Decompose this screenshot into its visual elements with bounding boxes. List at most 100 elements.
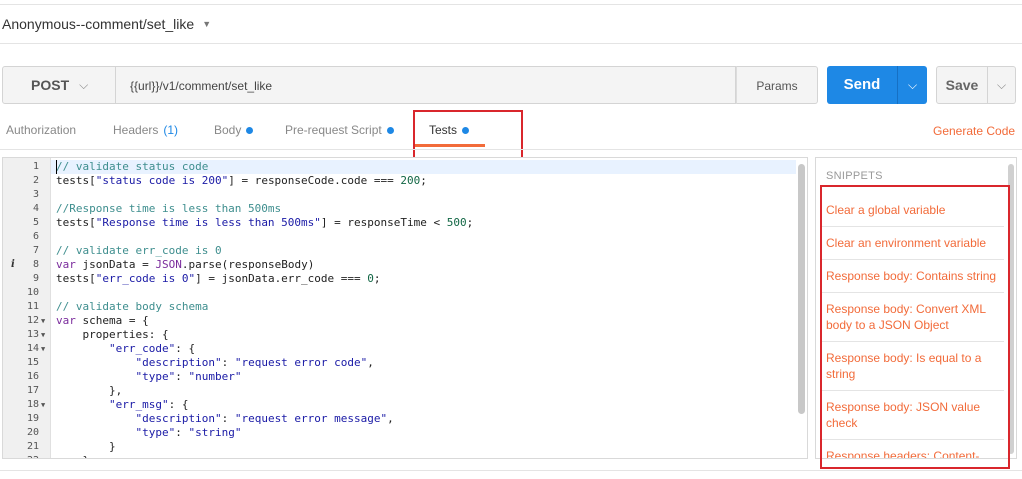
snippets-title: SNIPPETS <box>826 170 883 182</box>
code-token: : { <box>168 398 189 411</box>
fold-toggle-icon[interactable]: ▼ <box>41 314 45 328</box>
line-number: 13 <box>26 329 39 340</box>
request-name: Anonymous--comment/set_like <box>2 16 195 32</box>
code-token: ] = responseCode.code === <box>228 174 401 187</box>
request-name-dropdown[interactable]: Anonymous--comment/set_like ▼ <box>2 16 211 32</box>
code-token: "err_msg" <box>56 398 169 411</box>
send-options-button[interactable]: ⌵ <box>897 66 927 104</box>
tab-label: Headers <box>113 123 159 137</box>
code-token: 200 <box>400 174 421 187</box>
code-text: properties: { <box>56 328 169 342</box>
fold-toggle-icon[interactable]: ▼ <box>41 328 45 342</box>
tab-pre-request-script[interactable]: Pre-request Script <box>285 123 394 137</box>
code-token: }, <box>56 384 123 397</box>
code-token: ; <box>373 272 381 285</box>
code-token: JSON <box>155 258 182 271</box>
code-token: "err_code is 0" <box>95 272 196 285</box>
modified-dot-icon <box>386 126 394 134</box>
code-token: properties: { <box>56 328 169 341</box>
fold-toggle-icon[interactable]: ▼ <box>41 342 45 356</box>
line-number: 8 <box>32 259 39 270</box>
code-token: : <box>221 356 235 369</box>
save-button[interactable]: Save <box>936 66 988 104</box>
code-line: 10 <box>3 286 803 300</box>
fold-toggle-icon[interactable]: ▼ <box>41 398 45 412</box>
code-token: "request error message" <box>234 412 388 425</box>
tab-headers[interactable]: Headers (1) <box>113 123 178 137</box>
code-text: // validate body schema <box>56 300 208 314</box>
send-button[interactable]: Send <box>827 66 897 104</box>
generate-code-link[interactable]: Generate Code <box>933 124 1015 138</box>
tab-label: Body <box>214 123 242 137</box>
tab-authorization[interactable]: Authorization <box>6 123 76 137</box>
code-line: 12 ▼ var schema = { <box>3 314 803 328</box>
code-text: // validate status code <box>56 160 208 174</box>
code-text: var schema = { <box>56 314 149 328</box>
code-token: : <box>175 370 189 383</box>
code-line: 9 tests["err_code is 0"] = jsonData.err_c… <box>3 272 803 286</box>
code-token: 500 <box>446 216 467 229</box>
code-token: : <box>221 412 235 425</box>
code-token: ; <box>466 216 474 229</box>
code-token: "status code is 200" <box>95 174 229 187</box>
code-token: : { <box>175 342 196 355</box>
code-line: 2 tests["status code is 200"] = responseC… <box>3 174 803 188</box>
caret-down-icon: ▼ <box>202 19 212 29</box>
code-line: 11 // validate body schema <box>3 300 803 314</box>
code-line: 3 <box>3 188 803 202</box>
code-token: "err_code" <box>56 342 176 355</box>
code-line: 7 // validate err_code is 0 <box>3 244 803 258</box>
code-line: 18 ▼ "err_msg": { <box>3 398 803 412</box>
line-number: 3 <box>32 189 39 200</box>
code-text: tests["err_code is 0"] = jsonData.err_co… <box>56 272 381 286</box>
code-token: // validate err_code is 0 <box>56 244 222 257</box>
tests-code-editor[interactable]: 1 // validate status code 2 tests["status c… <box>2 157 808 459</box>
params-button[interactable]: Params <box>736 66 818 104</box>
tab-body[interactable]: Body <box>214 123 254 137</box>
line-number: 1 <box>32 161 39 172</box>
code-line: 6 <box>3 230 803 244</box>
line-number: 5 <box>32 217 39 228</box>
divider <box>0 149 1022 150</box>
line-number: 14 <box>26 343 39 354</box>
code-line: 4 //Response time is less than 500ms <box>3 202 803 216</box>
code-line: i 8 var jsonData = JSON.parse(responseBody… <box>3 258 803 272</box>
method-select[interactable]: POST ⌵ <box>2 66 116 104</box>
bottom-divider <box>0 470 1022 471</box>
code-token: "description" <box>56 356 222 369</box>
line-number: 9 <box>32 273 39 284</box>
headers-count: (1) <box>163 123 179 137</box>
code-token: ; <box>420 174 427 187</box>
modified-dot-icon <box>246 126 254 134</box>
code-token: "description" <box>56 412 222 425</box>
code-text: "err_msg": { <box>56 398 189 412</box>
line-number: 12 <box>26 315 39 326</box>
line-number: 19 <box>26 413 39 424</box>
code-token: .parse(responseBody) <box>181 258 315 271</box>
tab-label: Pre-request Script <box>285 123 382 137</box>
code-token: "number" <box>188 370 242 383</box>
editor-scrollbar[interactable] <box>798 164 805 414</box>
line-number: 17 <box>26 385 39 396</box>
code-token: var <box>56 258 76 271</box>
code-text: tests["status code is 200"] = responseCo… <box>56 174 427 188</box>
code-text: } <box>56 454 89 458</box>
code-line: 13 ▼ properties: { <box>3 328 803 342</box>
code-token: tests[ <box>56 216 96 229</box>
code-token: jsonData = <box>75 258 156 271</box>
save-options-button[interactable]: ⌵ <box>988 66 1016 104</box>
code-token: //Response time is less than 500ms <box>56 202 282 215</box>
chevron-down-icon: ⌵ <box>907 78 918 92</box>
code-text: tests["Response time is less than 500ms"… <box>56 216 473 230</box>
code-line: 22 } <box>3 454 803 458</box>
code-text: // validate err_code is 0 <box>56 244 222 258</box>
line-number: 15 <box>26 357 39 368</box>
line-number: 10 <box>26 287 39 298</box>
code-token: tests[ <box>56 272 96 285</box>
code-line: 1 // validate status code <box>3 160 803 174</box>
code-token: "request error code" <box>234 356 368 369</box>
code-text: "description": "request error code", <box>56 356 373 370</box>
code-token: ] = responseTime < <box>320 216 447 229</box>
top-divider <box>0 4 1022 5</box>
url-input[interactable]: {{url}}/v1/comment/set_like <box>116 66 736 104</box>
